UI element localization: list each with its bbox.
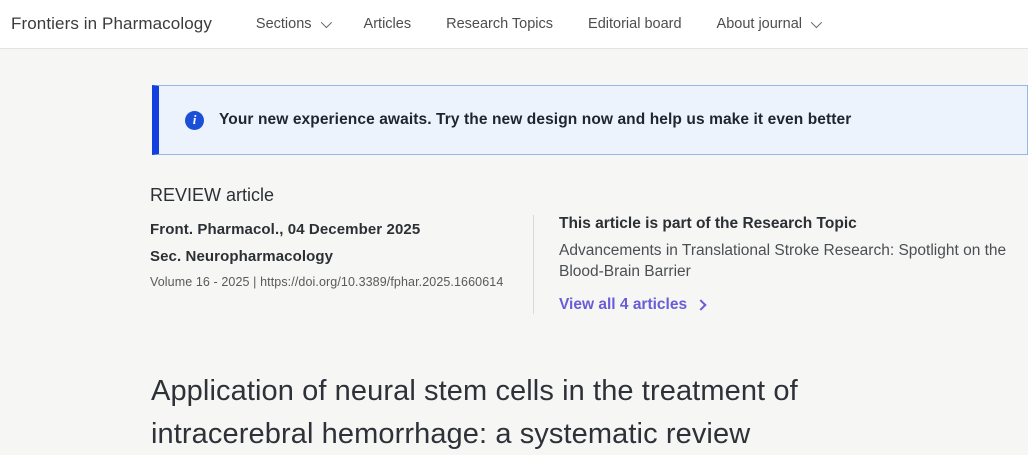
nav-item-about-journal[interactable]: About journal [717,16,819,32]
nav-item-label: Sections [256,16,312,32]
view-all-articles-link[interactable]: View all 4 articles [559,296,705,314]
chevron-down-icon [811,17,822,28]
nav-item-label: Editorial board [588,16,682,32]
research-topic-title[interactable]: Advancements in Translational Stroke Res… [559,240,1011,282]
research-topic-heading: This article is part of the Research Top… [559,215,1011,233]
top-navigation: Frontiers in Pharmacology Sections Artic… [0,0,1028,49]
article-type-label: REVIEW article [150,185,533,206]
research-topic-panel: This article is part of the Research Top… [533,215,1011,314]
banner-message: Your new experience awaits. Try the new … [219,111,851,129]
chevron-down-icon [320,17,331,28]
nav-item-research-topics[interactable]: Research Topics [446,16,553,32]
nav-item-sections[interactable]: Sections [256,16,329,32]
journal-brand[interactable]: Frontiers in Pharmacology [11,14,212,34]
nav-item-label: Articles [364,16,412,32]
chevron-right-icon [695,299,706,310]
new-experience-banner[interactable]: i Your new experience awaits. Try the ne… [152,85,1028,155]
article-citation: Front. Pharmacol., 04 December 2025 [150,221,533,238]
article-section: Sec. Neuropharmacology [150,248,533,265]
article-volume-doi: Volume 16 - 2025 | https://doi.org/10.33… [150,275,533,289]
nav-item-label: About journal [717,16,802,32]
article-title: Application of neural stem cells in the … [151,370,941,455]
article-meta-left: REVIEW article Front. Pharmacol., 04 Dec… [150,185,533,314]
view-all-articles-label: View all 4 articles [559,296,687,314]
nav-item-editorial-board[interactable]: Editorial board [588,16,682,32]
nav-menu: Sections Articles Research Topics Editor… [256,16,819,32]
article-meta-section: REVIEW article Front. Pharmacol., 04 Dec… [150,185,1028,314]
nav-item-articles[interactable]: Articles [364,16,412,32]
info-icon: i [185,111,204,130]
nav-item-label: Research Topics [446,16,553,32]
